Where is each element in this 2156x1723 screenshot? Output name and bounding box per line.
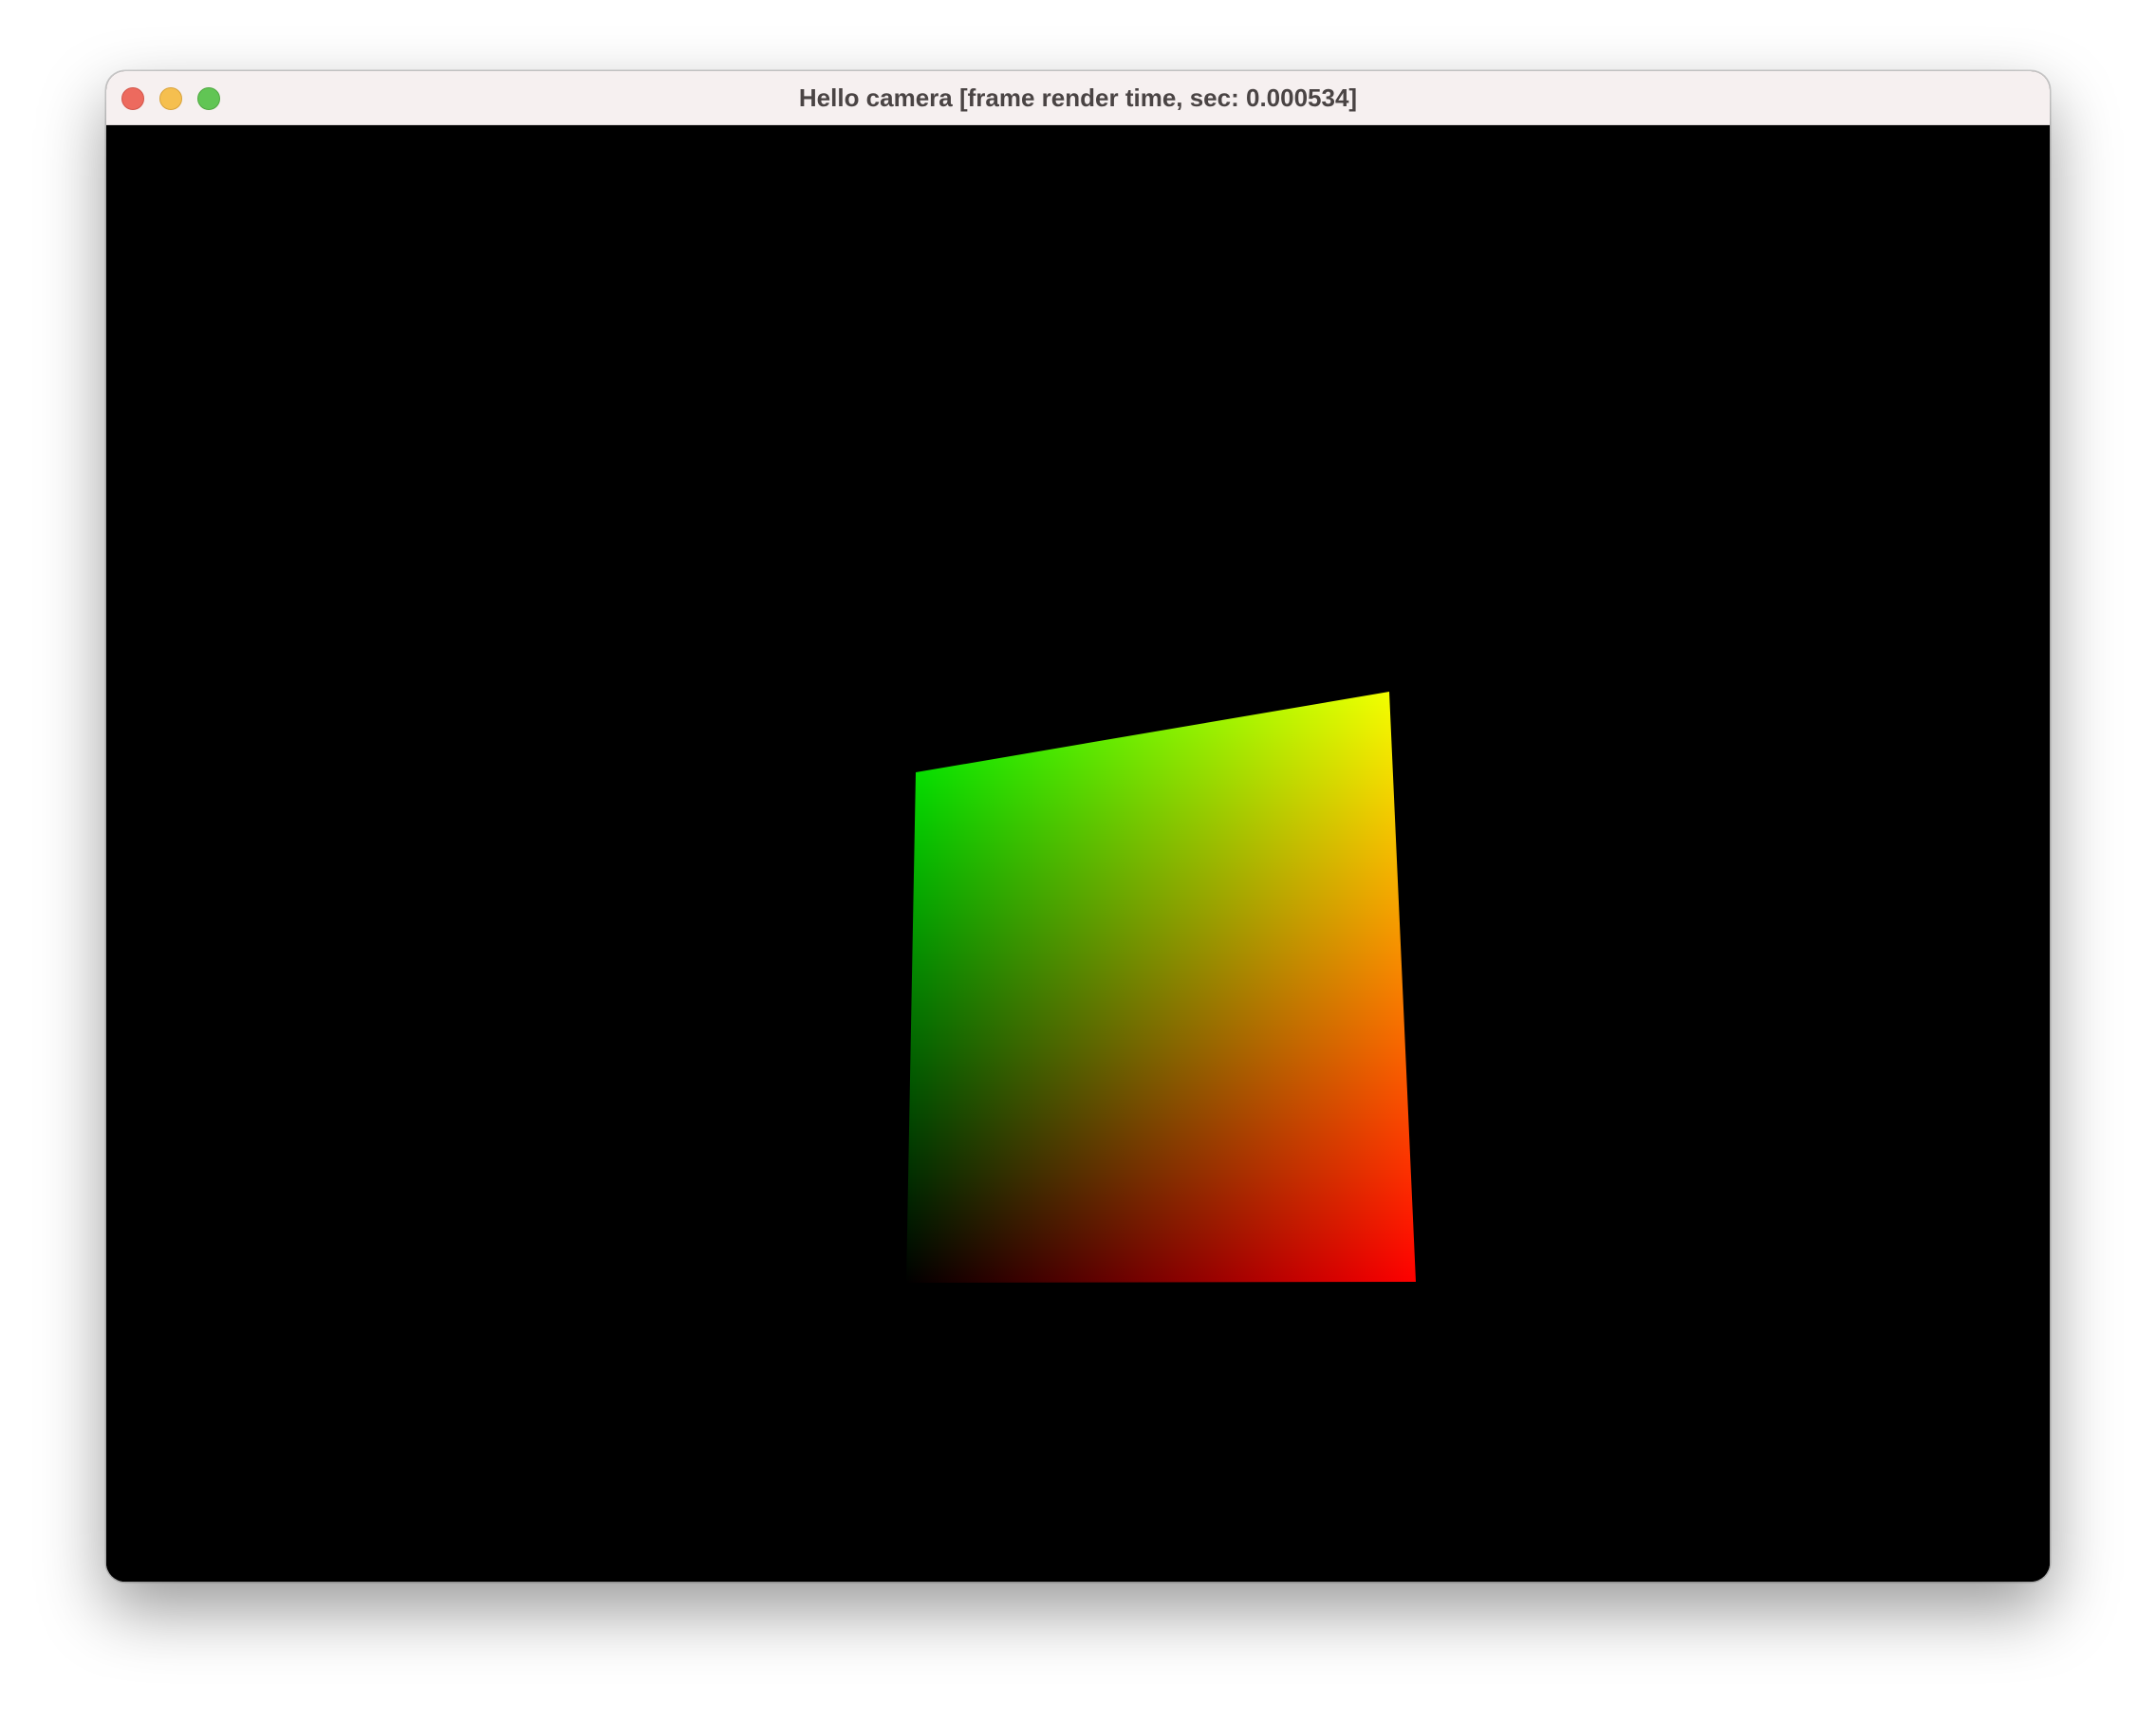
app-window: Hello camera [frame render time, sec: 0.… bbox=[106, 71, 2050, 1582]
scene-canvas bbox=[106, 125, 2050, 1582]
title-bar[interactable]: Hello camera [frame render time, sec: 0.… bbox=[106, 71, 2050, 125]
render-viewport[interactable] bbox=[106, 125, 2050, 1582]
window-title: Hello camera [frame render time, sec: 0.… bbox=[798, 83, 1358, 112]
colored-quad bbox=[906, 692, 1416, 1283]
